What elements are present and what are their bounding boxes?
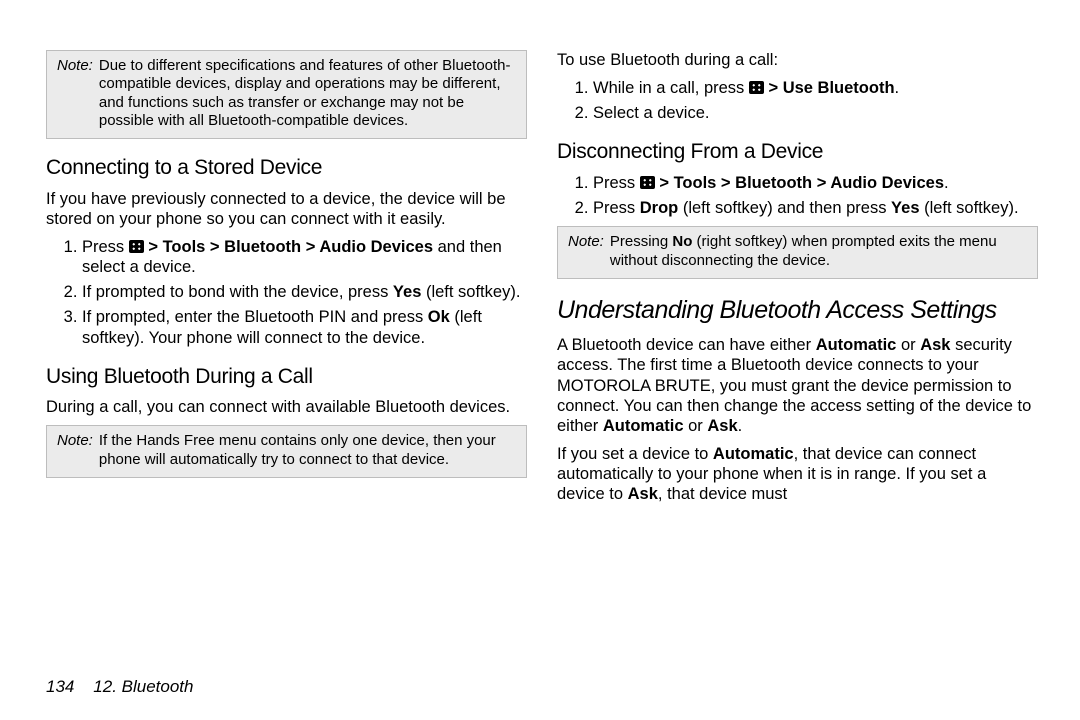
text: Press xyxy=(82,238,129,256)
list-item: Select a device. xyxy=(593,103,1038,123)
note-label: Note: xyxy=(57,57,99,130)
page-footer: 134 12. Bluetooth xyxy=(46,677,193,698)
menu-icon xyxy=(129,240,144,253)
heading-connecting: Connecting to a Stored Device xyxy=(46,155,527,181)
text: If you set a device to xyxy=(557,445,713,463)
right-column: To use Bluetooth during a call: While in… xyxy=(557,50,1038,644)
body-text: To use Bluetooth during a call: xyxy=(557,50,1038,70)
list-item: Press > Tools > Bluetooth > Audio Device… xyxy=(82,237,527,277)
note-text: If the Hands Free menu contains only one… xyxy=(99,432,516,469)
text: (left softkey). xyxy=(920,199,1019,217)
text: . xyxy=(944,174,949,192)
list-item: Press Drop (left softkey) and then press… xyxy=(593,198,1038,218)
note-text: Pressing No (right softkey) when prompte… xyxy=(610,233,1027,270)
body-text: If you have previously connected to a de… xyxy=(46,189,527,229)
left-column: Note: Due to different specifications an… xyxy=(46,50,527,644)
softkey-label: No xyxy=(672,233,692,250)
softkey-label: Yes xyxy=(891,199,919,217)
text: Pressing xyxy=(610,233,673,250)
note-text: Due to different specifications and feat… xyxy=(99,57,516,130)
text: A Bluetooth device can have either xyxy=(557,336,816,354)
note-box: Note: If the Hands Free menu contains on… xyxy=(46,425,527,478)
note-label: Note: xyxy=(568,233,610,270)
list-item: Press > Tools > Bluetooth > Audio Device… xyxy=(593,173,1038,193)
option-label: Ask xyxy=(920,336,950,354)
option-label: Automatic xyxy=(603,417,684,435)
heading-access-settings: Understanding Bluetooth Access Settings xyxy=(557,295,1038,326)
chapter-title: 12. Bluetooth xyxy=(93,677,193,696)
heading-using-bluetooth-call: Using Bluetooth During a Call xyxy=(46,364,527,390)
text: Press xyxy=(593,199,640,217)
body-text: A Bluetooth device can have either Autom… xyxy=(557,335,1038,436)
option-label: Ask xyxy=(707,417,737,435)
list-item: While in a call, press > Use Bluetooth. xyxy=(593,78,1038,98)
note-box: Note: Due to different specifications an… xyxy=(46,50,527,139)
softkey-label: Drop xyxy=(640,199,679,217)
option-label: Automatic xyxy=(713,445,794,463)
steps-list: Press > Tools > Bluetooth > Audio Device… xyxy=(557,173,1038,218)
list-item: If prompted to bond with the device, pre… xyxy=(82,282,527,302)
note-label: Note: xyxy=(57,432,99,469)
text: Press xyxy=(593,174,640,192)
list-item: If prompted, enter the Bluetooth PIN and… xyxy=(82,307,527,347)
menu-path: > Use Bluetooth xyxy=(764,79,895,97)
text: or xyxy=(896,336,920,354)
heading-disconnecting: Disconnecting From a Device xyxy=(557,139,1038,165)
body-text: If you set a device to Automatic , that d… xyxy=(557,444,1038,504)
softkey-label: Ok xyxy=(428,308,450,326)
steps-list: While in a call, press > Use Bluetooth. … xyxy=(557,78,1038,123)
text: While in a call, press xyxy=(593,79,749,97)
text: If prompted, enter the Bluetooth PIN and… xyxy=(82,308,428,326)
text: (left softkey). xyxy=(421,283,520,301)
text: . xyxy=(895,79,900,97)
text: . xyxy=(738,417,743,435)
manual-page: Note: Due to different specifications an… xyxy=(0,0,1080,660)
body-text: During a call, you can connect with avai… xyxy=(46,397,527,417)
text: , that device must xyxy=(658,485,787,503)
softkey-label: Yes xyxy=(393,283,421,301)
text: (left softkey) and then press xyxy=(678,199,891,217)
note-box: Note: Pressing No (right softkey) when p… xyxy=(557,226,1038,279)
text: or xyxy=(684,417,708,435)
menu-icon xyxy=(749,81,764,94)
menu-path: > Tools > Bluetooth > Audio Devices xyxy=(144,238,433,256)
text: If prompted to bond with the device, pre… xyxy=(82,283,393,301)
option-label: Ask xyxy=(628,485,658,503)
menu-path: > Tools > Bluetooth > Audio Devices xyxy=(655,174,944,192)
option-label: Automatic xyxy=(816,336,897,354)
steps-list: Press > Tools > Bluetooth > Audio Device… xyxy=(46,237,527,348)
menu-icon xyxy=(640,176,655,189)
page-number: 134 xyxy=(46,677,74,696)
